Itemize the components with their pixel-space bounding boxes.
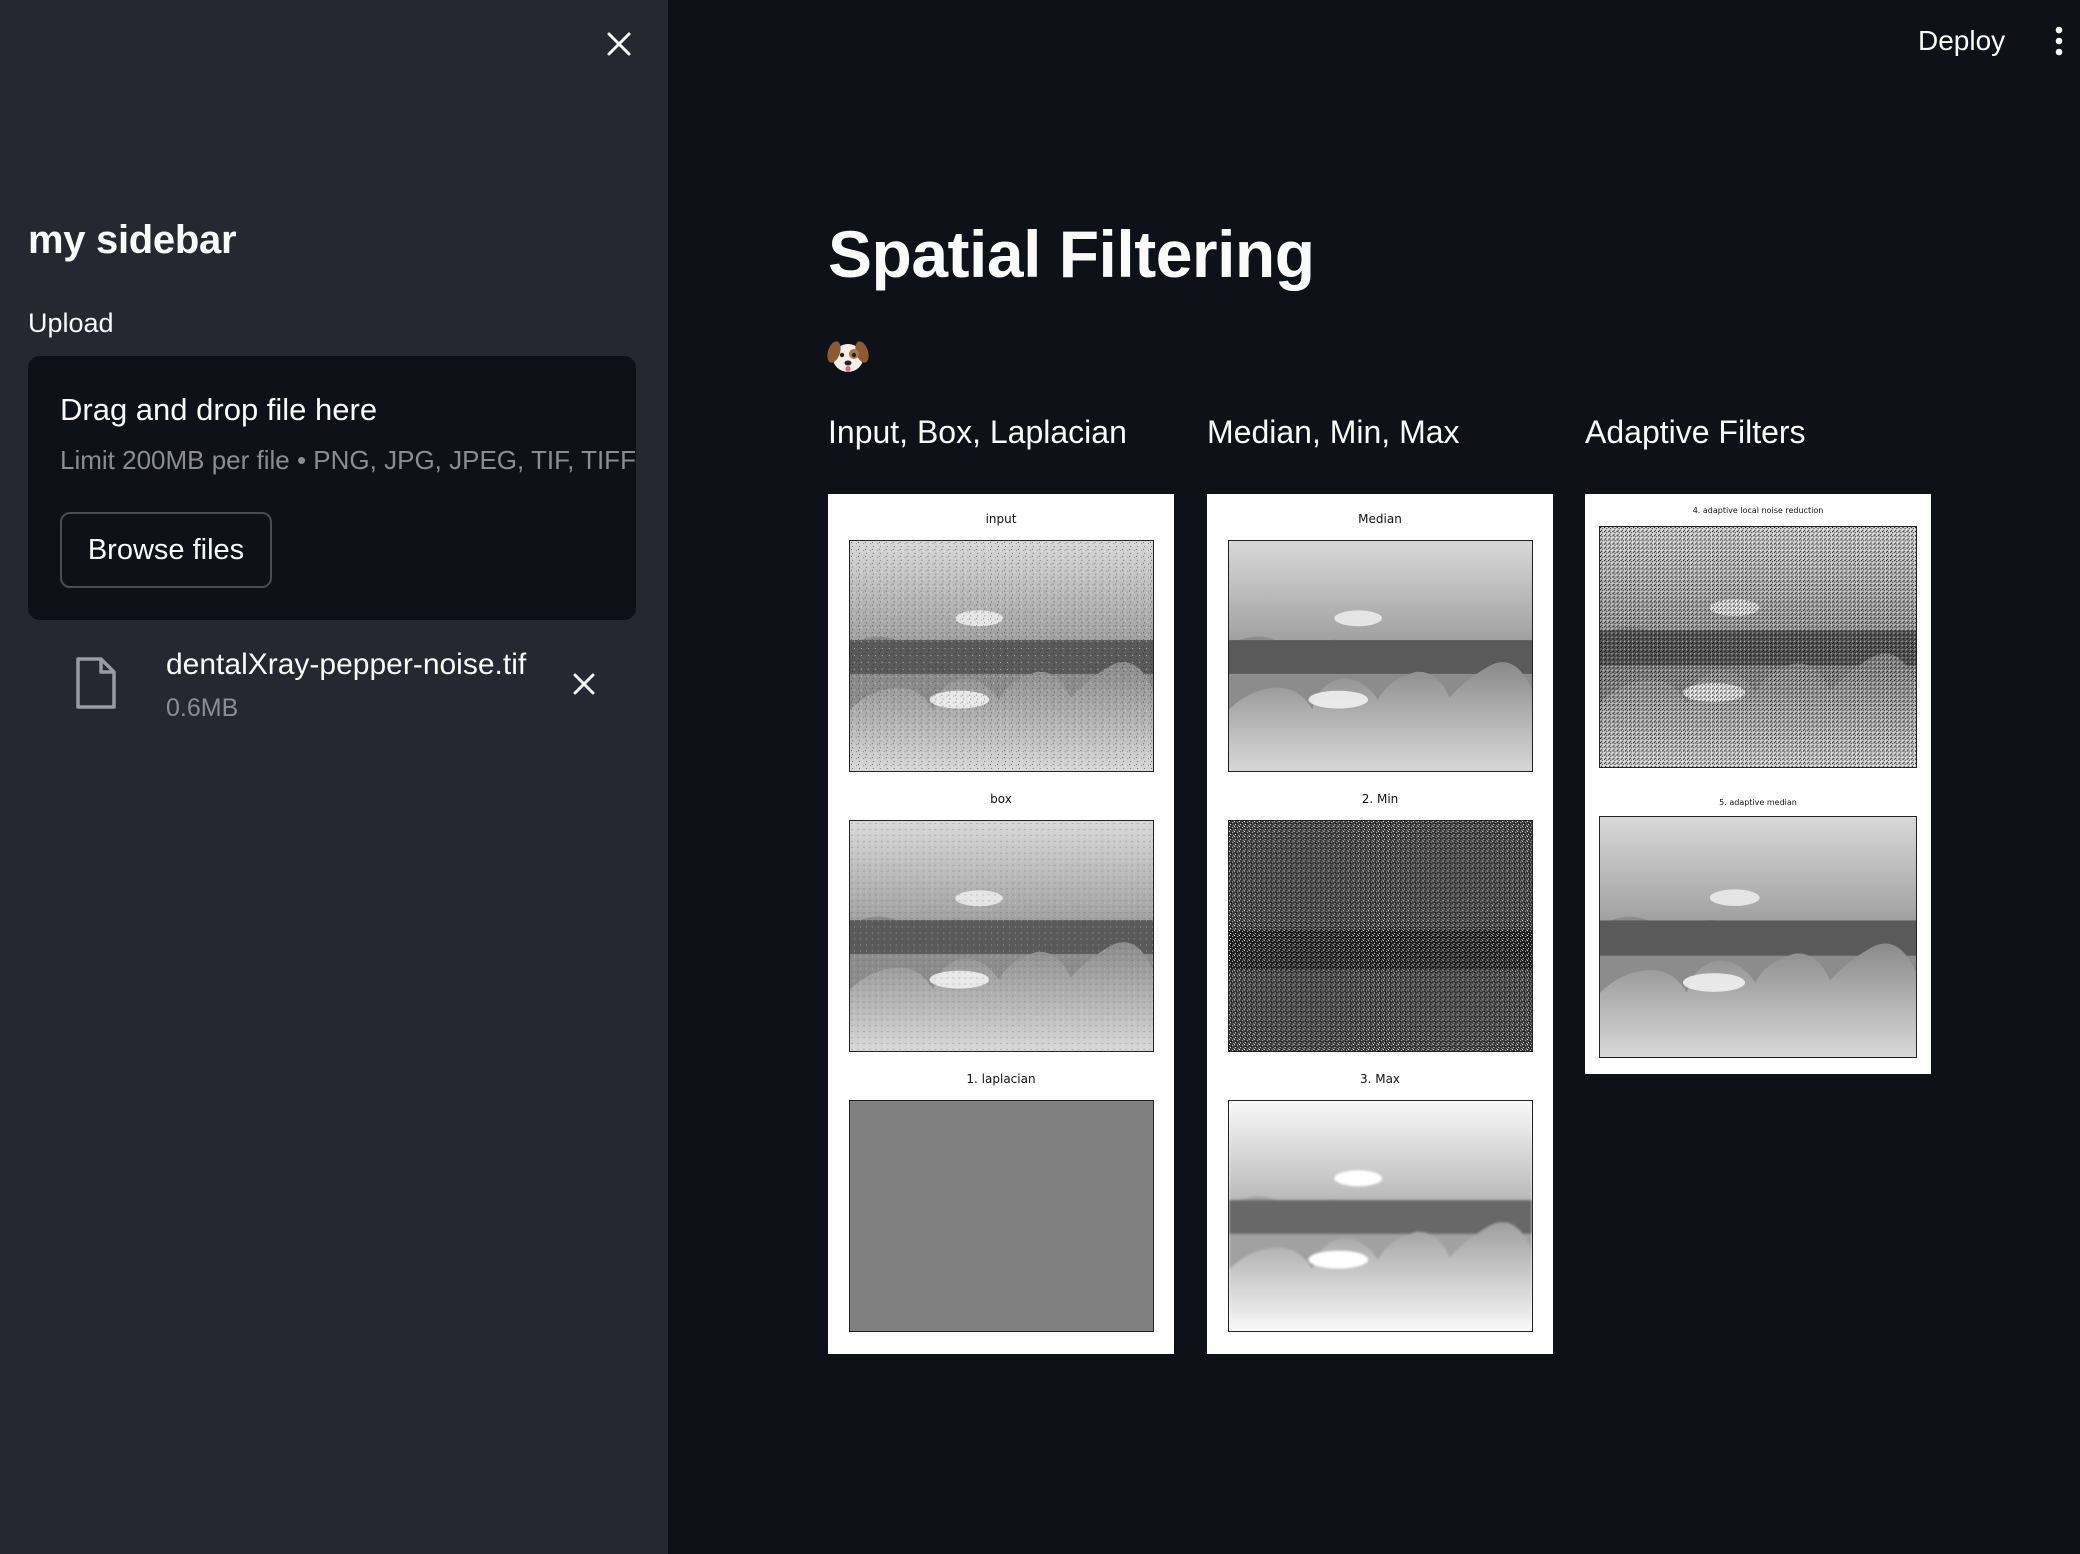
file-size: 0.6MB (166, 694, 239, 722)
sidebar-title: my sidebar (28, 218, 237, 262)
main-menu-button[interactable] (2044, 18, 2074, 64)
figure-input-box-laplacian: input box 1. laplacian (828, 494, 1174, 1354)
panel-caption: 4. adaptive local noise reduction (1692, 506, 1824, 515)
figure-median-min-max: Median 2. Min 3. Max (1207, 494, 1553, 1354)
xray-image-min (1228, 820, 1533, 1052)
more-vertical-icon (2055, 26, 2063, 56)
deploy-button[interactable]: Deploy (1906, 18, 2017, 64)
xray-image-input (849, 540, 1154, 772)
page-title: Spatial Filtering (828, 217, 1315, 291)
xray-image-max (1228, 1100, 1533, 1332)
close-icon (607, 32, 631, 56)
dog-face-icon (827, 341, 869, 372)
file-dropzone[interactable]: Drag and drop file here Limit 200MB per … (28, 356, 636, 620)
xray-image-median (1228, 540, 1533, 772)
file-name: dentalXray-pepper-noise.tif (166, 648, 527, 681)
column-header-median-min-max: Median, Min, Max (1207, 414, 1460, 450)
panel-caption: 5. adaptive median (1719, 798, 1797, 807)
column-header-input-box-laplacian: Input, Box, Laplacian (828, 414, 1127, 450)
close-icon (573, 673, 595, 695)
file-icon (76, 657, 116, 709)
xray-image-box (849, 820, 1154, 1052)
upload-label: Upload (28, 308, 114, 338)
panel-caption: 1. laplacian (966, 1072, 1036, 1086)
panel-caption: input (985, 512, 1017, 526)
figure-adaptive-filters: 4. adaptive local noise reduction 5. ada… (1585, 494, 1931, 1074)
panel-caption: Median (1358, 512, 1402, 526)
xray-image-adaptive-local (1599, 526, 1917, 768)
browse-files-button[interactable]: Browse files (60, 512, 272, 588)
panel-caption: box (990, 792, 1012, 806)
panel-caption: 2. Min (1361, 792, 1399, 806)
remove-file-button[interactable] (564, 664, 604, 704)
xray-image-adaptive-median (1599, 816, 1917, 1058)
dropzone-title: Drag and drop file here (60, 392, 378, 427)
xray-image-laplacian (849, 1100, 1154, 1332)
sidebar: my sidebar Upload Drag and drop file her… (0, 0, 668, 1554)
column-header-adaptive-filters: Adaptive Filters (1585, 414, 1806, 450)
panel-caption: 3. Max (1359, 1072, 1401, 1086)
uploaded-file-item: dentalXray-pepper-noise.tif 0.6MB (28, 636, 636, 736)
dropzone-limit-text: Limit 200MB per file • PNG, JPG, JPEG, T… (60, 445, 636, 475)
close-sidebar-button[interactable] (599, 24, 639, 64)
